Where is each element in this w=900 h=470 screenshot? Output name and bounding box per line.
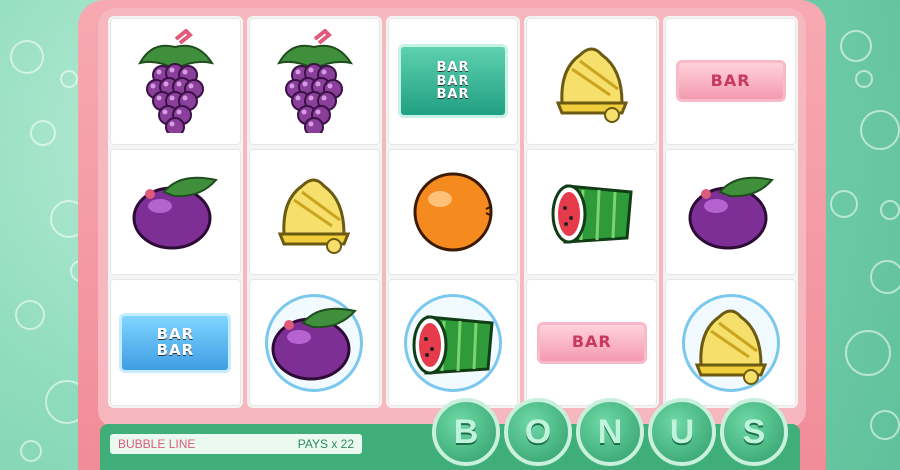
bubble-line-info: BUBBLE LINE PAYS x 22 (110, 434, 362, 454)
bonus-letter-o: O (504, 398, 572, 466)
plum-symbol (130, 172, 220, 252)
reel-cell (110, 148, 241, 276)
reel-cell (387, 148, 519, 276)
bar-single-symbol: BAR (675, 60, 786, 103)
reel-cell (248, 18, 380, 145)
bonus-letter-s: S (720, 398, 788, 466)
reel-cell (110, 18, 241, 145)
reel-cell: BAR (665, 18, 796, 145)
reel-cell (526, 148, 658, 276)
bonus-badge: B O N U S (432, 398, 788, 466)
grapes-symbol (271, 29, 357, 134)
reel: BAR (663, 16, 798, 408)
reel-cell (526, 18, 658, 145)
reel: BAR BAR (108, 16, 243, 408)
bonus-letter-b: B (432, 398, 500, 466)
reel: BAR (524, 16, 660, 408)
bell-symbol (689, 301, 773, 385)
orange-symbol (410, 169, 496, 255)
watermelon-symbol (408, 303, 498, 383)
bell-symbol (272, 170, 356, 254)
pays-label: PAYS x 22 (297, 437, 354, 451)
reel: BAR BAR BAR (385, 16, 521, 408)
grapes-symbol (132, 29, 218, 134)
bar-single-symbol: BAR (536, 321, 647, 364)
bell-symbol (550, 39, 634, 124)
plum-symbol (686, 172, 776, 252)
reel-cell (248, 148, 380, 276)
bar-double-symbol: BAR BAR (119, 312, 232, 373)
reel-cell (665, 148, 796, 276)
reel-cell (665, 279, 796, 407)
reel-cell (387, 279, 519, 407)
bubble-line-label: BUBBLE LINE (118, 437, 196, 451)
reels-grid: BAR BAR BAR BAR BAR BAR BAR (108, 16, 798, 408)
bar-triple-symbol: BAR BAR BAR (397, 44, 508, 119)
bonus-letter-n: N (576, 398, 644, 466)
reel (246, 16, 382, 408)
bonus-letter-u: U (648, 398, 716, 466)
reel-cell (248, 279, 380, 407)
reel-cell: BAR BAR BAR (387, 18, 519, 145)
plum-symbol (269, 303, 359, 383)
watermelon-symbol (547, 172, 637, 252)
reel-cell: BAR BAR (110, 279, 241, 407)
reel-cell: BAR (526, 279, 658, 407)
